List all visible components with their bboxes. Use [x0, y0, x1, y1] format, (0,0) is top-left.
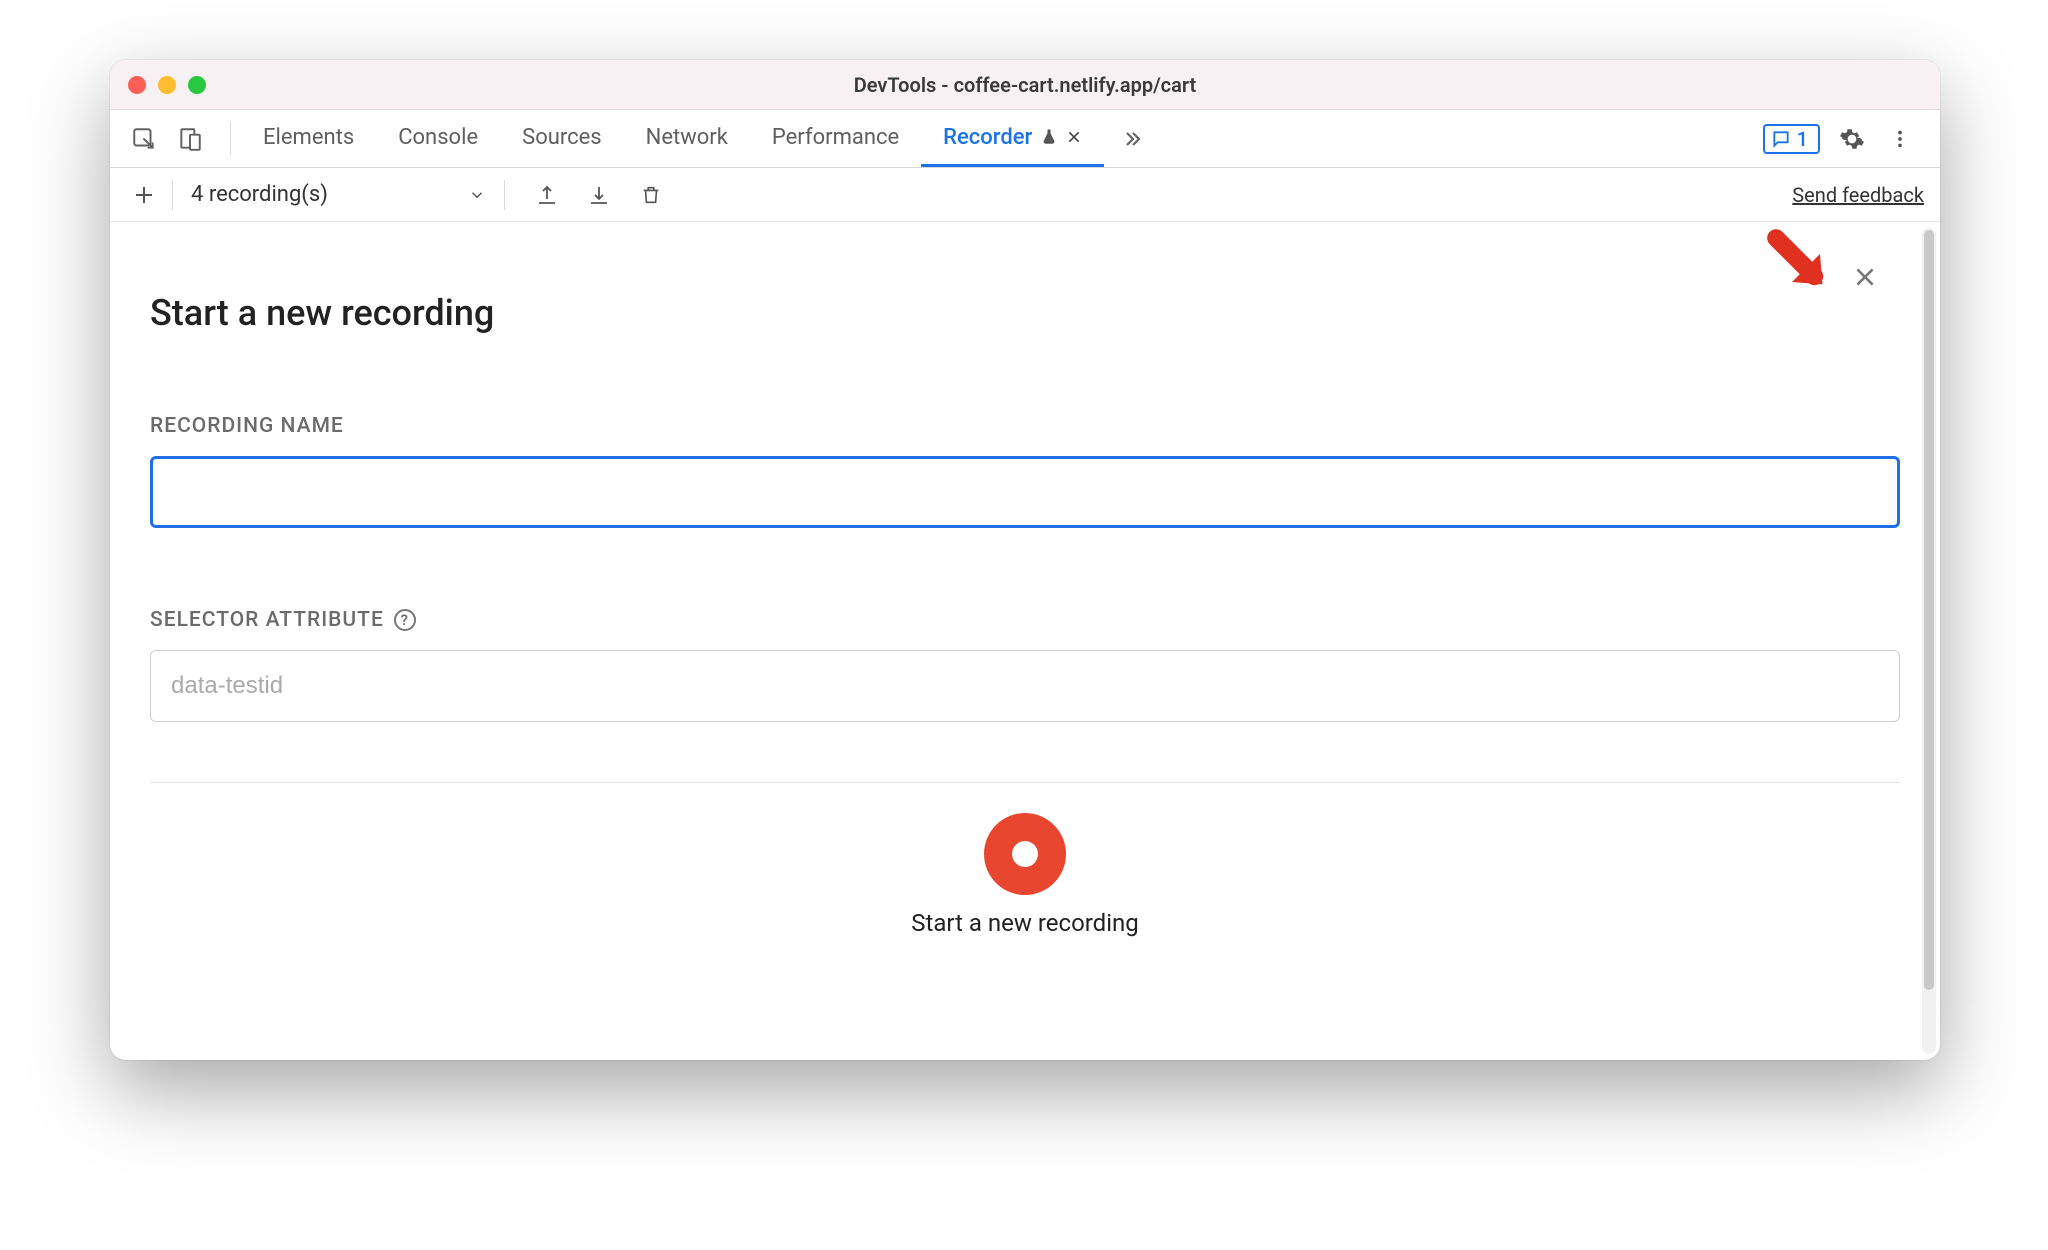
tab-elements[interactable]: Elements	[241, 110, 376, 167]
kebab-menu-icon[interactable]	[1884, 123, 1916, 155]
delete-icon[interactable]	[635, 179, 667, 211]
more-tabs-icon[interactable]	[1104, 110, 1160, 167]
tab-label: Sources	[522, 125, 602, 150]
recording-name-field: Recording Name	[150, 414, 1900, 528]
window-close-button[interactable]	[128, 76, 146, 94]
start-recording-button[interactable]	[984, 813, 1066, 895]
tab-label: Network	[646, 125, 728, 150]
tabs: Elements Console Sources Network Perform…	[241, 110, 1104, 167]
messages-badge[interactable]: 1	[1763, 124, 1820, 154]
tabstrip-left-icons	[120, 110, 220, 167]
export-icon[interactable]	[531, 179, 563, 211]
tabstrip: Elements Console Sources Network Perform…	[110, 110, 1940, 168]
new-recording-icon[interactable]	[126, 177, 162, 213]
close-panel-button[interactable]	[1850, 262, 1880, 292]
tab-label: Performance	[772, 125, 899, 150]
tab-recorder[interactable]: Recorder	[921, 110, 1104, 167]
titlebar: DevTools - coffee-cart.netlify.app/cart	[110, 60, 1940, 110]
close-tab-icon[interactable]	[1066, 129, 1082, 145]
messages-count: 1	[1797, 127, 1808, 151]
inspect-element-icon[interactable]	[128, 123, 160, 155]
recordings-dropdown[interactable]: 4 recording(s)	[183, 182, 494, 207]
help-icon[interactable]: ?	[394, 609, 416, 631]
recording-name-label: Recording Name	[150, 414, 1900, 438]
tab-network[interactable]: Network	[624, 110, 750, 167]
tab-console[interactable]: Console	[376, 110, 500, 167]
window-title: DevTools - coffee-cart.netlify.app/cart	[854, 73, 1197, 97]
window-minimize-button[interactable]	[158, 76, 176, 94]
scrollbar-thumb[interactable]	[1924, 230, 1934, 990]
import-icon[interactable]	[583, 179, 615, 211]
new-recording-panel: Start a new recording Recording Name Sel…	[110, 222, 1940, 957]
flask-icon	[1040, 128, 1058, 146]
divider	[230, 122, 231, 155]
panel-heading: Start a new recording	[150, 292, 1900, 334]
annotation-arrow-icon	[1760, 222, 1840, 302]
window-zoom-button[interactable]	[188, 76, 206, 94]
recordings-dropdown-label: 4 recording(s)	[191, 182, 328, 207]
tab-label: Elements	[263, 125, 354, 150]
recorder-main: Start a new recording Recording Name Sel…	[110, 222, 1940, 1060]
selector-attribute-field: Selector Attribute ?	[150, 608, 1900, 722]
tab-performance[interactable]: Performance	[750, 110, 921, 167]
divider	[172, 180, 173, 210]
recording-name-input[interactable]	[150, 456, 1900, 528]
record-icon	[1012, 841, 1038, 867]
chevron-down-icon	[468, 186, 486, 204]
recorder-toolbar: 4 recording(s) Send feedback	[110, 168, 1940, 222]
tabstrip-right: 1	[1763, 110, 1930, 167]
traffic-lights	[128, 76, 206, 94]
close-icon	[1852, 264, 1878, 290]
record-section: Start a new recording	[150, 783, 1900, 957]
selector-attribute-input[interactable]	[150, 650, 1900, 722]
toolbar-icons	[531, 179, 667, 211]
scrollbar[interactable]	[1922, 228, 1936, 1054]
message-icon	[1771, 129, 1791, 149]
divider	[504, 180, 505, 210]
device-toolbar-icon[interactable]	[174, 123, 206, 155]
devtools-window: DevTools - coffee-cart.netlify.app/cart …	[110, 60, 1940, 1060]
send-feedback-link[interactable]: Send feedback	[1792, 183, 1924, 207]
tab-label: Recorder	[943, 125, 1032, 150]
start-recording-label: Start a new recording	[911, 909, 1139, 937]
tab-sources[interactable]: Sources	[500, 110, 624, 167]
tab-label: Console	[398, 125, 478, 150]
selector-attribute-label: Selector Attribute	[150, 608, 384, 632]
settings-icon[interactable]	[1836, 123, 1868, 155]
